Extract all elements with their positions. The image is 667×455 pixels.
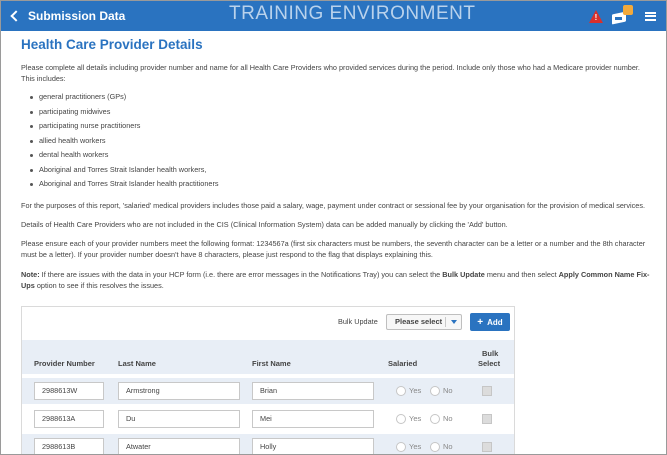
warning-mark: ! [594, 12, 598, 22]
bulk-update-bar: Bulk Update Please select + Add [22, 313, 514, 331]
note-paragraph: Note: If there are issues with the data … [21, 269, 653, 292]
note-text: If there are issues with the data in you… [39, 269, 443, 279]
cis-paragraph: Details of Health Care Providers who are… [21, 219, 508, 229]
bulk-update-select[interactable]: Please select [386, 314, 462, 330]
column-bulk-select: Bulk [482, 349, 499, 358]
list-item: Aboriginal and Torres Strait Islander he… [30, 177, 653, 192]
provider-number-field[interactable]: 2988613B [34, 438, 104, 454]
no-label: No [443, 442, 453, 451]
column-first-name: First Name [252, 359, 291, 368]
hamburger-menu-icon[interactable] [645, 11, 656, 21]
bulk-select-checkbox[interactable] [482, 442, 492, 452]
list-item: participating midwives [30, 105, 653, 120]
warning-icon[interactable]: ! [589, 9, 603, 23]
chevron-down-icon [451, 320, 457, 324]
note-text: option to see if this resolves the issue… [34, 280, 164, 290]
column-bulk-select: Select [478, 359, 501, 368]
yes-label: Yes [409, 386, 422, 395]
notification-tray-icon[interactable] [611, 5, 633, 25]
note-bulk-update: Bulk Update [442, 269, 485, 279]
no-label: No [443, 386, 453, 395]
page-title: Health Care Provider Details [21, 37, 203, 52]
no-label: No [443, 414, 453, 423]
add-label: Add [487, 317, 503, 327]
main-content: Health Care Provider Details Please comp… [21, 37, 653, 291]
list-item: Aboriginal and Torres Strait Islander he… [30, 163, 653, 178]
salaried-no-radio[interactable] [430, 386, 440, 396]
back-button[interactable]: Submission Data [9, 1, 125, 31]
last-name-field[interactable]: Du [118, 410, 240, 428]
table-header: Provider Number Last Name First Name Sal… [22, 340, 514, 374]
bulk-update-value: Please select [395, 317, 443, 326]
chevron-left-icon [10, 10, 22, 22]
intro-paragraph: Please complete all details including pr… [21, 63, 640, 84]
note-label: Note: [21, 269, 40, 279]
yes-label: Yes [409, 414, 422, 423]
salaried-no-radio[interactable] [430, 442, 440, 452]
provider-number-field[interactable]: 2988613A [34, 410, 104, 428]
notification-badge [623, 5, 633, 15]
first-name-field[interactable]: Brian [252, 382, 374, 400]
format-paragraph: Please ensure each of your provider numb… [21, 239, 646, 260]
bulk-select-checkbox[interactable] [482, 414, 492, 424]
bulk-update-label: Bulk Update [338, 317, 378, 326]
add-button[interactable]: + Add [470, 313, 510, 331]
column-salaried: Salaried [388, 359, 418, 368]
salaried-yes-radio[interactable] [396, 386, 406, 396]
first-name-field[interactable]: Mei [252, 410, 374, 428]
table-row: 2988613A Du Mei Yes No [22, 406, 514, 432]
yes-label: Yes [409, 442, 422, 451]
salaried-yes-radio[interactable] [396, 414, 406, 424]
header-actions: ! [589, 1, 656, 31]
bulk-select-checkbox[interactable] [482, 386, 492, 396]
top-bar: Submission Data TRAINING ENVIRONMENT ! [1, 1, 666, 31]
list-item: allied health workers [30, 134, 653, 149]
last-name-field[interactable]: Atwater [118, 438, 240, 454]
back-label: Submission Data [28, 9, 126, 23]
column-last-name: Last Name [118, 359, 156, 368]
plus-icon: + [477, 316, 484, 328]
list-item: general practitioners (GPs) [30, 90, 653, 105]
app-window: Submission Data TRAINING ENVIRONMENT ! H… [0, 0, 667, 455]
table-row: 2988613B Atwater Holly Yes No [22, 434, 514, 454]
environment-banner: TRAINING ENVIRONMENT [229, 3, 476, 24]
provider-number-field[interactable]: 2988613W [34, 382, 104, 400]
provider-type-list: general practitioners (GPs) participatin… [30, 90, 653, 192]
note-text: menu and then select [484, 269, 559, 279]
salaried-no-radio[interactable] [430, 414, 440, 424]
table-row: 2988613W Armstrong Brian Yes No [22, 378, 514, 404]
column-provider-number: Provider Number [34, 359, 95, 368]
salaried-yes-radio[interactable] [396, 442, 406, 452]
first-name-field[interactable]: Holly [252, 438, 374, 454]
provider-table-panel: Bulk Update Please select + Add Provider… [21, 306, 515, 454]
list-item: dental health workers [30, 148, 653, 163]
list-item: participating nurse practitioners [30, 119, 653, 134]
last-name-field[interactable]: Armstrong [118, 382, 240, 400]
salaried-paragraph: For the purposes of this report, 'salari… [21, 200, 646, 210]
